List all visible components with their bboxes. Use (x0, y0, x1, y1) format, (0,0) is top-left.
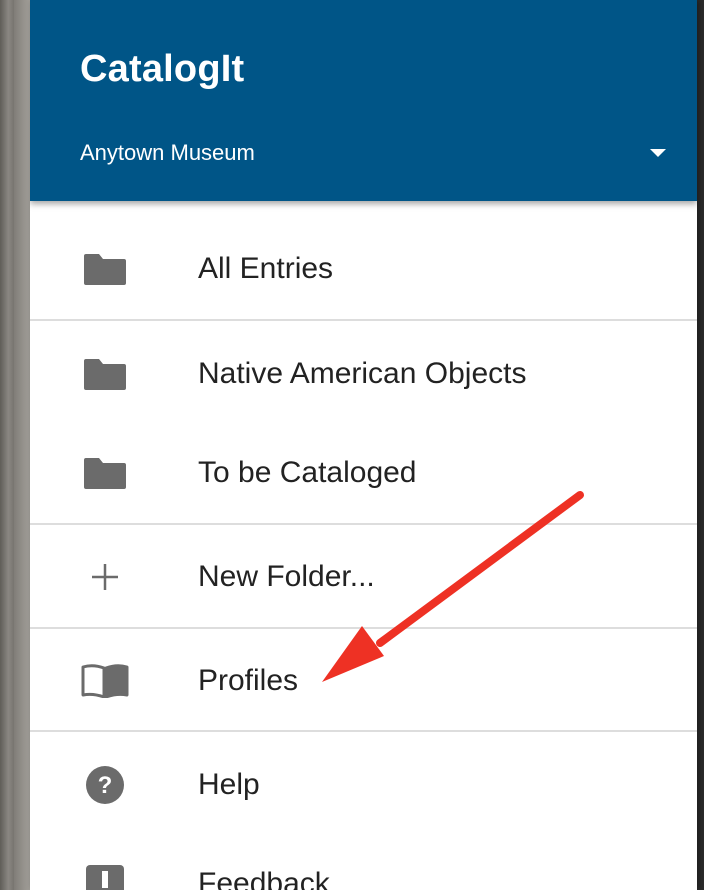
menu-item-label: Help (198, 768, 260, 801)
menu-item-label: Feedback (198, 867, 330, 890)
drawer-header: CatalogIt Anytown Museum (30, 0, 697, 201)
book-open-icon (80, 631, 130, 731)
divider (30, 319, 697, 321)
dropdown-caret-icon (650, 149, 666, 157)
divider (30, 627, 697, 629)
divider (30, 523, 697, 525)
account-name: Anytown Museum (80, 140, 255, 165)
folder-icon (80, 219, 130, 319)
menu-item-label: New Folder... (198, 560, 375, 593)
menu-item-feedback[interactable]: Feedback (30, 834, 697, 890)
background-right (697, 0, 704, 890)
menu-item-to-be-cataloged[interactable]: To be Cataloged (30, 423, 697, 523)
help-circle-icon: ? (80, 735, 130, 835)
menu-item-label: Profiles (198, 664, 299, 697)
menu-item-new-folder[interactable]: New Folder... (30, 527, 697, 627)
menu-item-label: All Entries (198, 252, 334, 285)
plus-icon (80, 527, 130, 627)
feedback-icon (80, 834, 130, 890)
menu-item-all-entries[interactable]: All Entries (30, 219, 697, 319)
divider (30, 730, 697, 732)
background-left-edge (14, 0, 30, 890)
menu-item-help[interactable]: ? Help (30, 735, 697, 835)
folder-icon (80, 423, 130, 523)
svg-text:?: ? (98, 772, 113, 799)
background-left (0, 0, 14, 890)
folder-icon (80, 324, 130, 424)
app-title: CatalogIt (80, 48, 245, 90)
menu-item-label: To be Cataloged (198, 456, 417, 489)
navigation-drawer: CatalogIt Anytown Museum All Entries Nat… (30, 0, 697, 890)
menu-item-native-american-objects[interactable]: Native American Objects (30, 324, 697, 424)
menu-item-label: Native American Objects (198, 357, 527, 390)
account-selector[interactable]: Anytown Museum (30, 124, 697, 184)
menu-item-profiles[interactable]: Profiles (30, 631, 697, 731)
